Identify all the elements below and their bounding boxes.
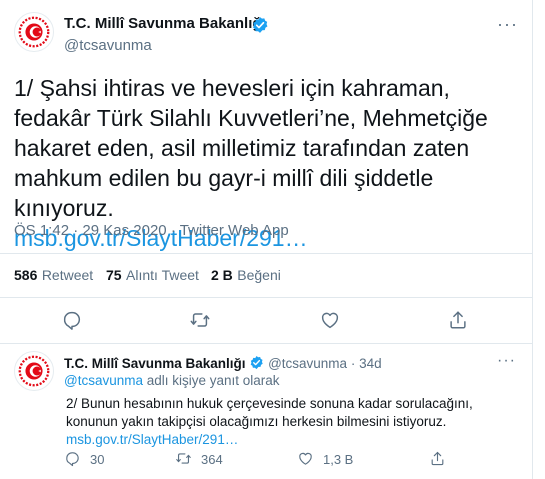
reply-icon[interactable] bbox=[64, 450, 81, 467]
display-name[interactable]: T.C. Millî Savunma Bakanlığı bbox=[64, 15, 266, 32]
quote-count: 75 bbox=[106, 267, 122, 283]
avatar[interactable] bbox=[14, 12, 54, 52]
like-stat[interactable]: 2 B Beğeni bbox=[211, 267, 281, 285]
retweet-stat[interactable]: 586 Retweet bbox=[14, 267, 93, 285]
tweet-source[interactable]: Twitter Web App bbox=[180, 222, 289, 239]
reply-retweet-count: 364 bbox=[201, 452, 223, 467]
msb-logo-icon bbox=[18, 355, 50, 387]
share-icon[interactable] bbox=[429, 450, 446, 467]
replying-to: @tcsavunma adlı kişiye yanıt olarak bbox=[64, 373, 280, 388]
divider bbox=[0, 253, 533, 254]
like-icon[interactable] bbox=[319, 309, 341, 331]
tweet-date[interactable]: 29 Kas 2020 bbox=[82, 222, 166, 239]
more-icon[interactable]: ··· bbox=[497, 14, 518, 35]
reply-like-count: 1,3 B bbox=[323, 452, 354, 467]
retweet-icon[interactable] bbox=[175, 450, 192, 467]
reply-header: T.C. Millî Savunma Bakanlığı @tcsavunma … bbox=[64, 355, 382, 371]
share-icon[interactable] bbox=[447, 309, 469, 331]
tweet-body: 1/ Şahsi ihtiras ve hevesleri için kahra… bbox=[14, 75, 488, 221]
verified-icon bbox=[251, 355, 263, 370]
quote-stat[interactable]: 75 Alıntı Tweet bbox=[106, 267, 199, 285]
msb-logo-icon bbox=[18, 16, 50, 48]
like-label: Beğeni bbox=[237, 267, 281, 283]
reply-handle[interactable]: @tcsavunma bbox=[268, 356, 347, 371]
reply-link[interactable]: msb.gov.tr/SlaytHaber/291… bbox=[66, 432, 238, 447]
timeline-frame: T.C. Millî Savunma Bakanlığı @tcsavunma … bbox=[0, 0, 533, 479]
reply-more-icon[interactable]: ··· bbox=[497, 352, 516, 370]
reply-icon[interactable] bbox=[61, 309, 83, 331]
reply-separator: · bbox=[350, 356, 356, 371]
meta-separator: · bbox=[73, 222, 79, 239]
replying-suffix: adlı kişiye yanıt olarak bbox=[146, 373, 280, 388]
reply-body: 2/ Bunun hesabının hukuk çerçevesinde so… bbox=[66, 396, 473, 429]
like-count: 2 B bbox=[211, 267, 233, 283]
quote-label: Alıntı Tweet bbox=[126, 267, 199, 283]
tweet-meta: ÖS 1:42 · 29 Kas 2020 · Twitter Web App bbox=[14, 222, 289, 239]
reply-count: 30 bbox=[90, 452, 105, 467]
handle[interactable]: @tcsavunma bbox=[64, 37, 152, 54]
verified-icon bbox=[253, 17, 268, 33]
like-icon[interactable] bbox=[297, 450, 314, 467]
reply-text: 2/ Bunun hesabının hukuk çerçevesinde so… bbox=[66, 395, 518, 449]
reply-avatar[interactable] bbox=[14, 351, 54, 391]
tweet-time[interactable]: ÖS 1:42 bbox=[14, 222, 69, 239]
divider bbox=[0, 343, 533, 344]
replying-mention[interactable]: @tcsavunma bbox=[64, 373, 143, 388]
reply-display-name[interactable]: T.C. Millî Savunma Bakanlığı bbox=[64, 356, 246, 371]
reply-age[interactable]: 34d bbox=[359, 356, 382, 371]
retweet-icon[interactable] bbox=[189, 309, 211, 331]
divider bbox=[0, 297, 533, 298]
meta-separator: · bbox=[170, 222, 176, 239]
retweet-count: 586 bbox=[14, 267, 38, 283]
retweet-label: Retweet bbox=[41, 267, 94, 283]
